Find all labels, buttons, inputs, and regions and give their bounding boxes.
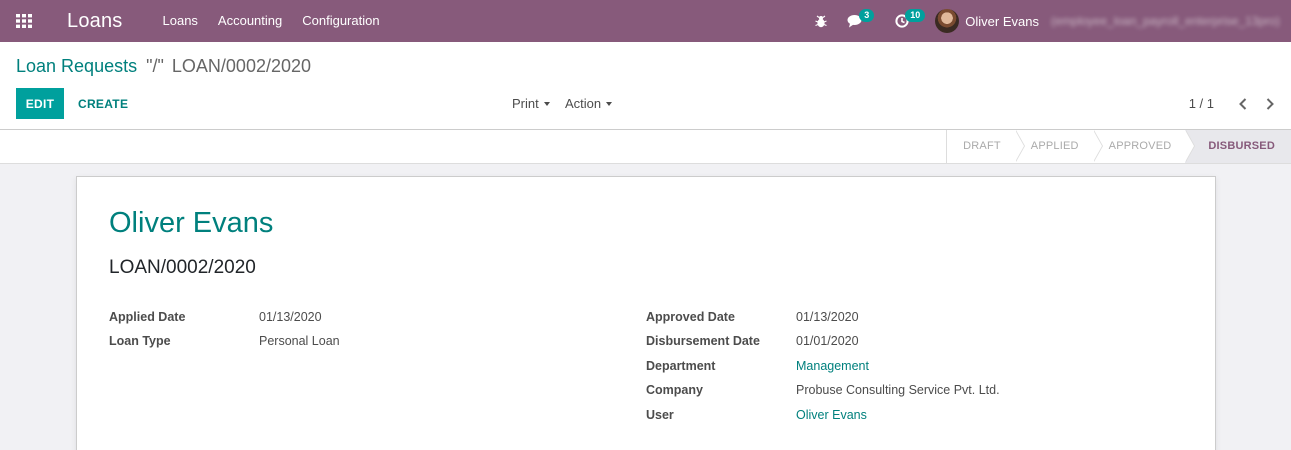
grid-icon (16, 14, 32, 28)
breadcrumb-separator: "/" (146, 56, 164, 76)
user-menu[interactable]: Oliver Evans (employee_loan_payroll_ente… (935, 0, 1291, 42)
create-button[interactable]: CREATE (78, 88, 128, 119)
stage-pipeline: DRAFT APPLIED APPROVED DISBURSED (946, 130, 1291, 163)
messages-badge: 3 (859, 9, 875, 22)
disbursement-date-label: Disbursement Date (646, 334, 760, 348)
stage-applied[interactable]: APPLIED (1015, 130, 1103, 163)
breadcrumb-current: LOAN/0002/2020 (171, 56, 312, 76)
user-label: User (646, 408, 674, 422)
menu-loans[interactable]: Loans (153, 0, 208, 42)
loan-type-value: Personal Loan (259, 334, 340, 348)
apps-menu-button[interactable] (0, 0, 48, 42)
menu-configuration[interactable]: Configuration (292, 0, 389, 42)
breadcrumb: Loan Requests "/" LOAN/0002/2020 (16, 56, 311, 77)
action-label: Action (565, 96, 602, 111)
user-link[interactable]: Oliver Evans (796, 408, 867, 422)
form-sheet: Oliver Evans LOAN/0002/2020 Applied Date… (76, 176, 1216, 450)
activity-menu[interactable]: 10 (895, 0, 926, 42)
caret-down-icon (543, 102, 550, 106)
messaging-menu[interactable]: 3 (847, 0, 875, 42)
activities-badge: 10 (905, 9, 926, 22)
department-label: Department (646, 359, 716, 373)
applied-date-label: Applied Date (109, 310, 186, 324)
stage-draft[interactable]: DRAFT (947, 130, 1025, 163)
disbursement-date-value: 01/01/2020 (796, 334, 859, 348)
edit-button[interactable]: EDIT (16, 88, 64, 119)
approved-date-value: 01/13/2020 (796, 310, 859, 324)
user-name: Oliver Evans (965, 13, 1039, 29)
employee-name: Oliver Evans (109, 207, 274, 239)
systray: 3 10 Oliver Evans (employee_loan_payroll… (815, 0, 1291, 42)
chevron-left-icon (1239, 97, 1247, 110)
company-value: Probuse Consulting Service Pvt. Ltd. (796, 383, 1000, 397)
applied-date-value: 01/13/2020 (259, 310, 322, 324)
breadcrumb-parent[interactable]: Loan Requests (16, 56, 137, 76)
pager-value[interactable]: 1 / 1 (1189, 88, 1214, 119)
pager-previous-button[interactable] (1233, 88, 1253, 119)
menu-accounting[interactable]: Accounting (208, 0, 292, 42)
department-link[interactable]: Management (796, 359, 869, 373)
chevron-right-icon (1266, 97, 1274, 110)
database-name: (employee_loan_payroll_enterprise_13pro) (1051, 14, 1280, 28)
pager-next-button[interactable] (1260, 88, 1280, 119)
loan-reference: LOAN/0002/2020 (109, 257, 256, 278)
loan-type-label: Loan Type (109, 334, 171, 348)
company-label: Company (646, 383, 703, 397)
stage-approved[interactable]: APPROVED (1093, 130, 1196, 163)
debug-menu[interactable] (815, 0, 828, 42)
avatar (935, 9, 960, 33)
app-name: Loans (67, 9, 123, 32)
print-label: Print (512, 96, 539, 111)
approved-date-label: Approved Date (646, 310, 735, 324)
top-navbar: Loans Loans Accounting Configuration 3 1… (0, 0, 1291, 42)
form-statusbar: DRAFT APPLIED APPROVED DISBURSED (0, 130, 1291, 164)
control-panel: Loan Requests "/" LOAN/0002/2020 EDIT CR… (0, 42, 1291, 130)
stage-disbursed[interactable]: DISBURSED (1185, 130, 1291, 163)
bug-icon (815, 15, 828, 27)
print-dropdown[interactable]: Print (512, 88, 550, 119)
caret-down-icon (606, 102, 613, 106)
action-dropdown[interactable]: Action (565, 88, 613, 119)
